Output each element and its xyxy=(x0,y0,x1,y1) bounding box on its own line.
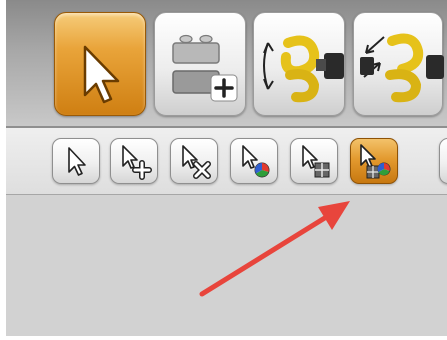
brick-add-icon xyxy=(172,34,238,102)
pointer-icon xyxy=(68,147,86,176)
pointer-shape-icon xyxy=(302,145,330,178)
selection-mode-toolbar xyxy=(6,128,447,195)
main-toolbar xyxy=(6,0,447,128)
hinge-align-tool-button[interactable] xyxy=(353,12,444,116)
single-select-button[interactable] xyxy=(52,138,100,184)
app-window xyxy=(6,0,447,336)
hinge-align-icon xyxy=(360,33,444,103)
remove-from-selection-button[interactable] xyxy=(170,138,218,184)
pointer-x-icon xyxy=(182,145,211,179)
pointer-color-shape-icon xyxy=(360,144,391,179)
pointer-plus-icon xyxy=(122,145,152,180)
select-by-shape-button[interactable] xyxy=(290,138,338,184)
cursor-arrow-icon xyxy=(83,45,120,104)
red-arrow-annotation xyxy=(199,201,350,297)
workspace-canvas[interactable] xyxy=(6,195,447,336)
pointer-color-icon xyxy=(242,145,270,178)
more-modes-button[interactable] xyxy=(439,138,447,184)
select-by-color-and-shape-button[interactable] xyxy=(350,138,398,184)
select-tool-button[interactable] xyxy=(54,12,146,116)
add-to-selection-button[interactable] xyxy=(110,138,158,184)
rotate-tool-button[interactable] xyxy=(253,12,345,116)
hinge-rotate-icon xyxy=(263,35,344,103)
select-by-color-button[interactable] xyxy=(230,138,278,184)
add-brick-tool-button[interactable] xyxy=(154,12,246,116)
